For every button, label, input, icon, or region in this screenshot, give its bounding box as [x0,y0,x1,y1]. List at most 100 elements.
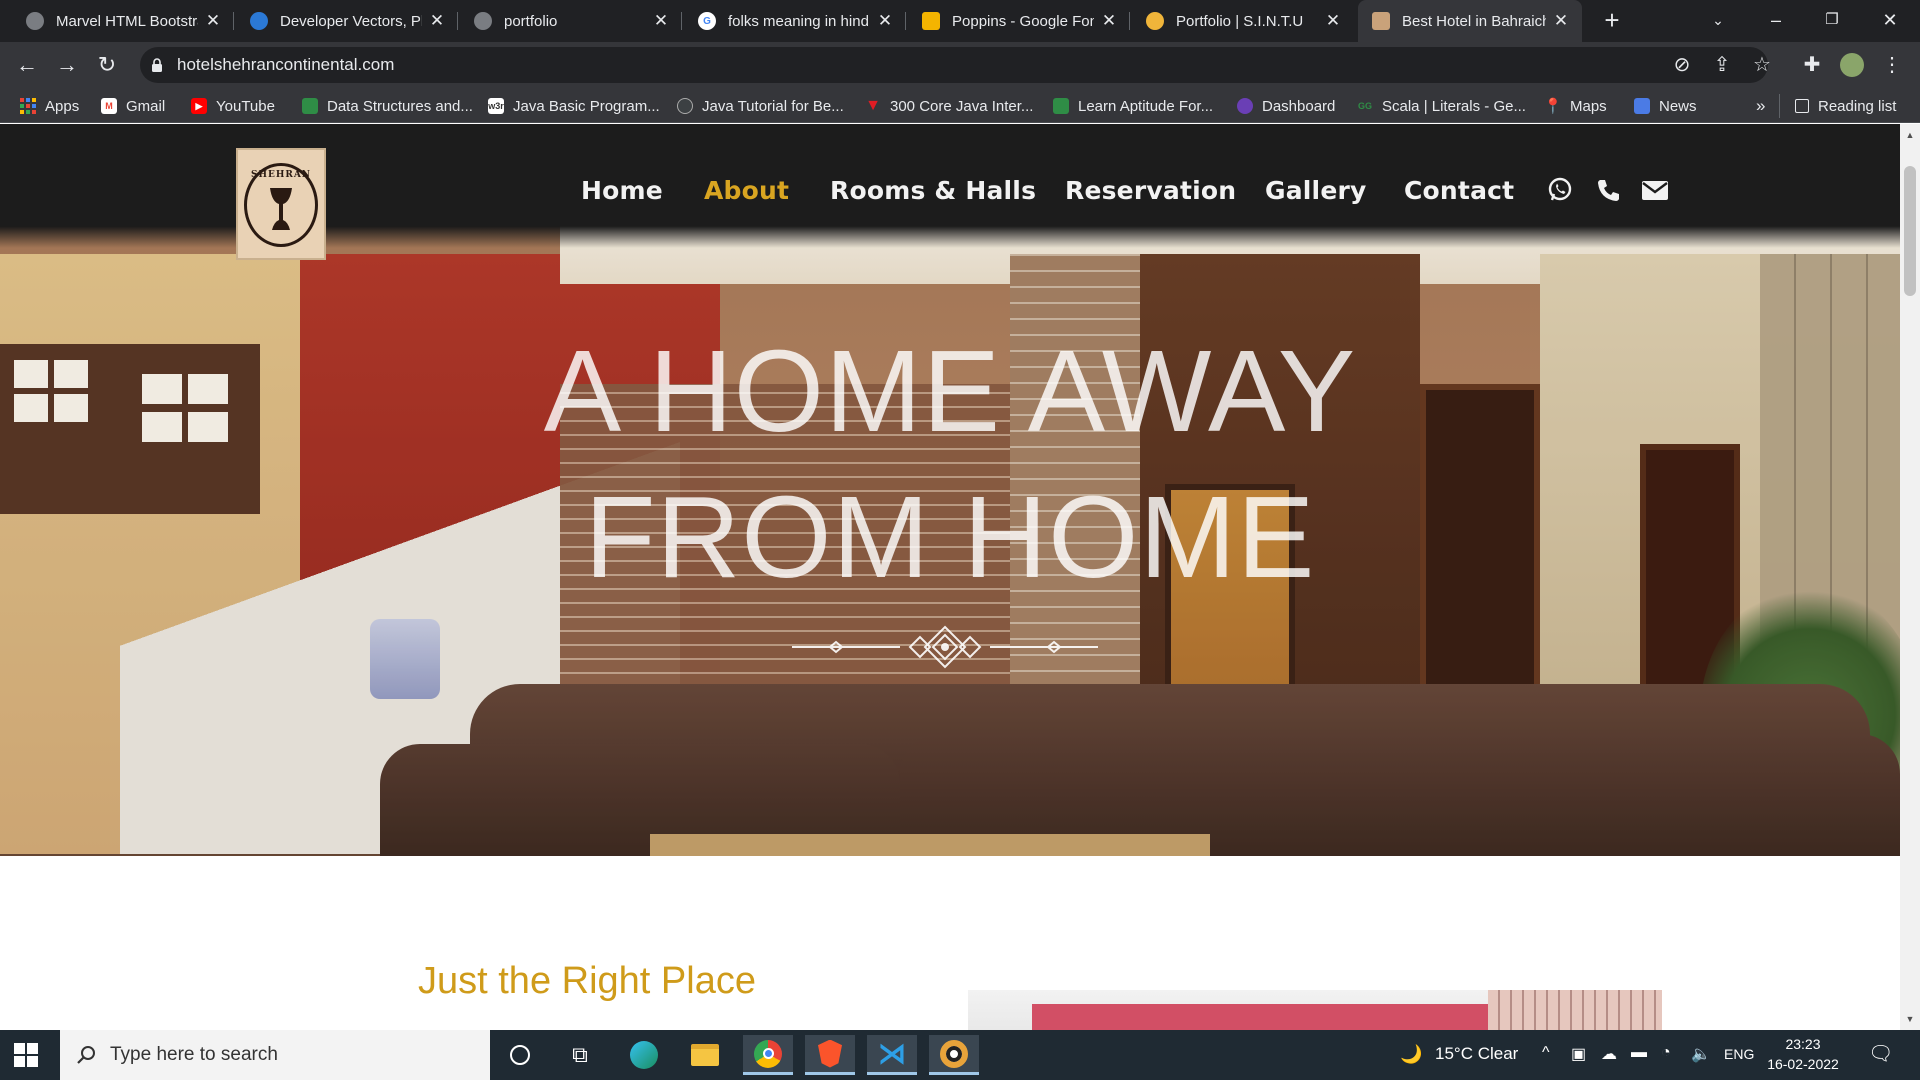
nav-gallery[interactable]: Gallery [1265,176,1367,205]
browser-tab[interactable]: G folks meaning in hind ✕ [684,0,906,42]
weather-moon-icon[interactable]: 🌙 [1400,1044,1422,1065]
device-icon[interactable]: ▣ [1571,1044,1586,1064]
nav-about[interactable]: About [704,176,789,205]
eye-off-icon[interactable]: ⊘ [1668,51,1696,79]
maps-icon: 📍 [1543,98,1563,115]
tab-search-icon[interactable]: ⌄ [1690,0,1746,42]
scroll-down-icon[interactable]: ▼ [1900,1010,1920,1028]
taskbar-search-box[interactable]: Type here to search [60,1030,490,1080]
onedrive-icon[interactable]: ☁ [1601,1044,1617,1064]
browser-tab-active[interactable]: Best Hotel in Bahraich ✕ [1358,0,1582,42]
w3r-icon: w3r [488,98,504,114]
notifications-icon[interactable]: 🗨 [1868,1041,1893,1066]
hero-title-line-2: FROM HOME [584,472,1316,602]
brave-icon[interactable] [805,1035,855,1075]
battery-icon[interactable]: ▬ [1631,1044,1647,1062]
close-tab-icon[interactable]: ✕ [876,11,894,31]
url-text[interactable]: hotelshehrancontinental.com [177,55,394,75]
lock-icon [152,58,162,72]
phone-icon[interactable] [1594,176,1622,204]
browser-tab[interactable]: Marvel HTML Bootstra ✕ [12,0,234,42]
tab-title: folks meaning in hind [728,12,869,30]
close-tab-icon[interactable]: ✕ [652,11,670,31]
reading-list-button[interactable]: Reading list [1795,95,1896,117]
reload-icon[interactable]: ↻ [92,50,122,80]
new-tab-button[interactable]: + [1597,6,1627,36]
youtube-icon: ▶ [191,98,207,114]
scroll-up-icon[interactable]: ▲ [1900,126,1920,144]
bookmarks-overflow-button[interactable]: » [1756,95,1765,117]
gfg-icon [1053,98,1069,114]
share-icon[interactable]: ⇪ [1708,51,1736,79]
file-explorer-icon[interactable] [680,1035,730,1075]
page-scrollbar[interactable]: ▲ ▼ [1900,124,1920,1030]
extensions-icon[interactable]: ✚ [1798,51,1826,79]
logo-text: SHEHRAN [250,170,312,180]
close-tab-icon[interactable]: ✕ [428,11,446,31]
tab-separator [905,12,906,30]
wifi-icon[interactable]: ◔ [1661,1044,1671,1062]
bookmark-dashboard[interactable]: Dashboard [1237,95,1335,117]
gfg-icon: GG [1357,101,1372,111]
browser-tab[interactable]: Portfolio | S.I.N.T.U ✕ [1132,0,1354,42]
windows-start-icon[interactable] [14,1043,38,1067]
bookmark-maps[interactable]: 📍 Maps [1543,95,1607,117]
bookmark-learn-aptitude[interactable]: Learn Aptitude For... [1053,95,1213,117]
vscode-icon[interactable]: ⋊ [867,1035,917,1075]
forward-icon[interactable]: → [52,50,82,80]
close-tab-icon[interactable]: ✕ [1552,11,1570,31]
site-logo[interactable]: SHEHRAN [236,148,326,260]
hero-title: A HOME AWAY FROM HOME [0,318,1900,610]
tab-separator [233,12,234,30]
dashboard-icon [1237,98,1253,114]
tab-title: Portfolio | S.I.N.T.U [1176,12,1304,30]
nav-rooms-halls[interactable]: Rooms & Halls [830,176,1036,205]
email-icon[interactable] [1640,176,1670,204]
media-app-icon[interactable] [929,1035,979,1075]
browser-tab[interactable]: Poppins - Google Fon ✕ [908,0,1130,42]
bookmark-gmail[interactable]: M Gmail [101,95,165,117]
browser-tab[interactable]: portfolio ✕ [460,0,682,42]
whatsapp-icon[interactable] [1546,176,1574,204]
menu-icon[interactable]: ⋮ [1878,51,1906,79]
close-tab-icon[interactable]: ✕ [204,11,222,31]
bookmarks-divider [1779,94,1780,118]
nav-reservation[interactable]: Reservation [1065,176,1236,205]
bookmark-apps[interactable]: Apps [20,95,79,117]
close-window-icon[interactable]: ✕ [1862,0,1918,42]
language-indicator[interactable]: ENG [1724,1046,1754,1062]
restore-icon[interactable]: ❐ [1804,0,1860,42]
apps-grid-icon [20,98,36,114]
browser-tab[interactable]: Developer Vectors, Ph ✕ [236,0,458,42]
edge-icon[interactable] [619,1035,669,1075]
logo-chalice-icon [270,188,292,230]
bookmark-java-basic[interactable]: w3r Java Basic Program... [488,95,660,117]
bookmark-news[interactable]: News [1634,95,1697,117]
bookmark-label: Dashboard [1262,97,1336,115]
tab-separator [1129,12,1130,30]
chrome-icon[interactable] [743,1035,793,1075]
reading-list-icon [1795,99,1809,113]
taskbar-clock[interactable]: 23:23 16-02-2022 [1760,1034,1846,1074]
bookmark-data-structures[interactable]: Data Structures and... [302,95,473,117]
tab-title: Best Hotel in Bahraich [1402,12,1546,30]
scrollbar-thumb[interactable] [1904,166,1916,296]
minimize-icon[interactable]: – [1748,0,1804,42]
nav-contact[interactable]: Contact [1404,176,1514,205]
volume-icon[interactable]: 🔈 [1691,1044,1711,1064]
back-icon[interactable]: ← [12,50,42,80]
nav-home[interactable]: Home [581,176,663,205]
bookmark-scala-literals[interactable]: GG Scala | Literals - Ge... [1357,95,1526,117]
task-view-icon[interactable]: ⧉ [555,1035,605,1075]
close-tab-icon[interactable]: ✕ [1324,11,1342,31]
close-tab-icon[interactable]: ✕ [1100,11,1118,31]
bookmark-java-tutorial[interactable]: Java Tutorial for Be... [677,95,844,117]
cortana-icon[interactable] [495,1035,545,1075]
bookmark-core-java[interactable]: ▼ 300 Core Java Inter... [865,95,1033,117]
weather-text[interactable]: 15°C Clear [1435,1044,1518,1064]
profile-avatar[interactable] [1838,51,1866,79]
show-hidden-icons-icon[interactable]: ^ [1542,1044,1550,1062]
bookmark-label: Apps [45,97,80,115]
star-icon[interactable]: ☆ [1748,51,1776,79]
bookmark-youtube[interactable]: ▶ YouTube [191,95,275,117]
